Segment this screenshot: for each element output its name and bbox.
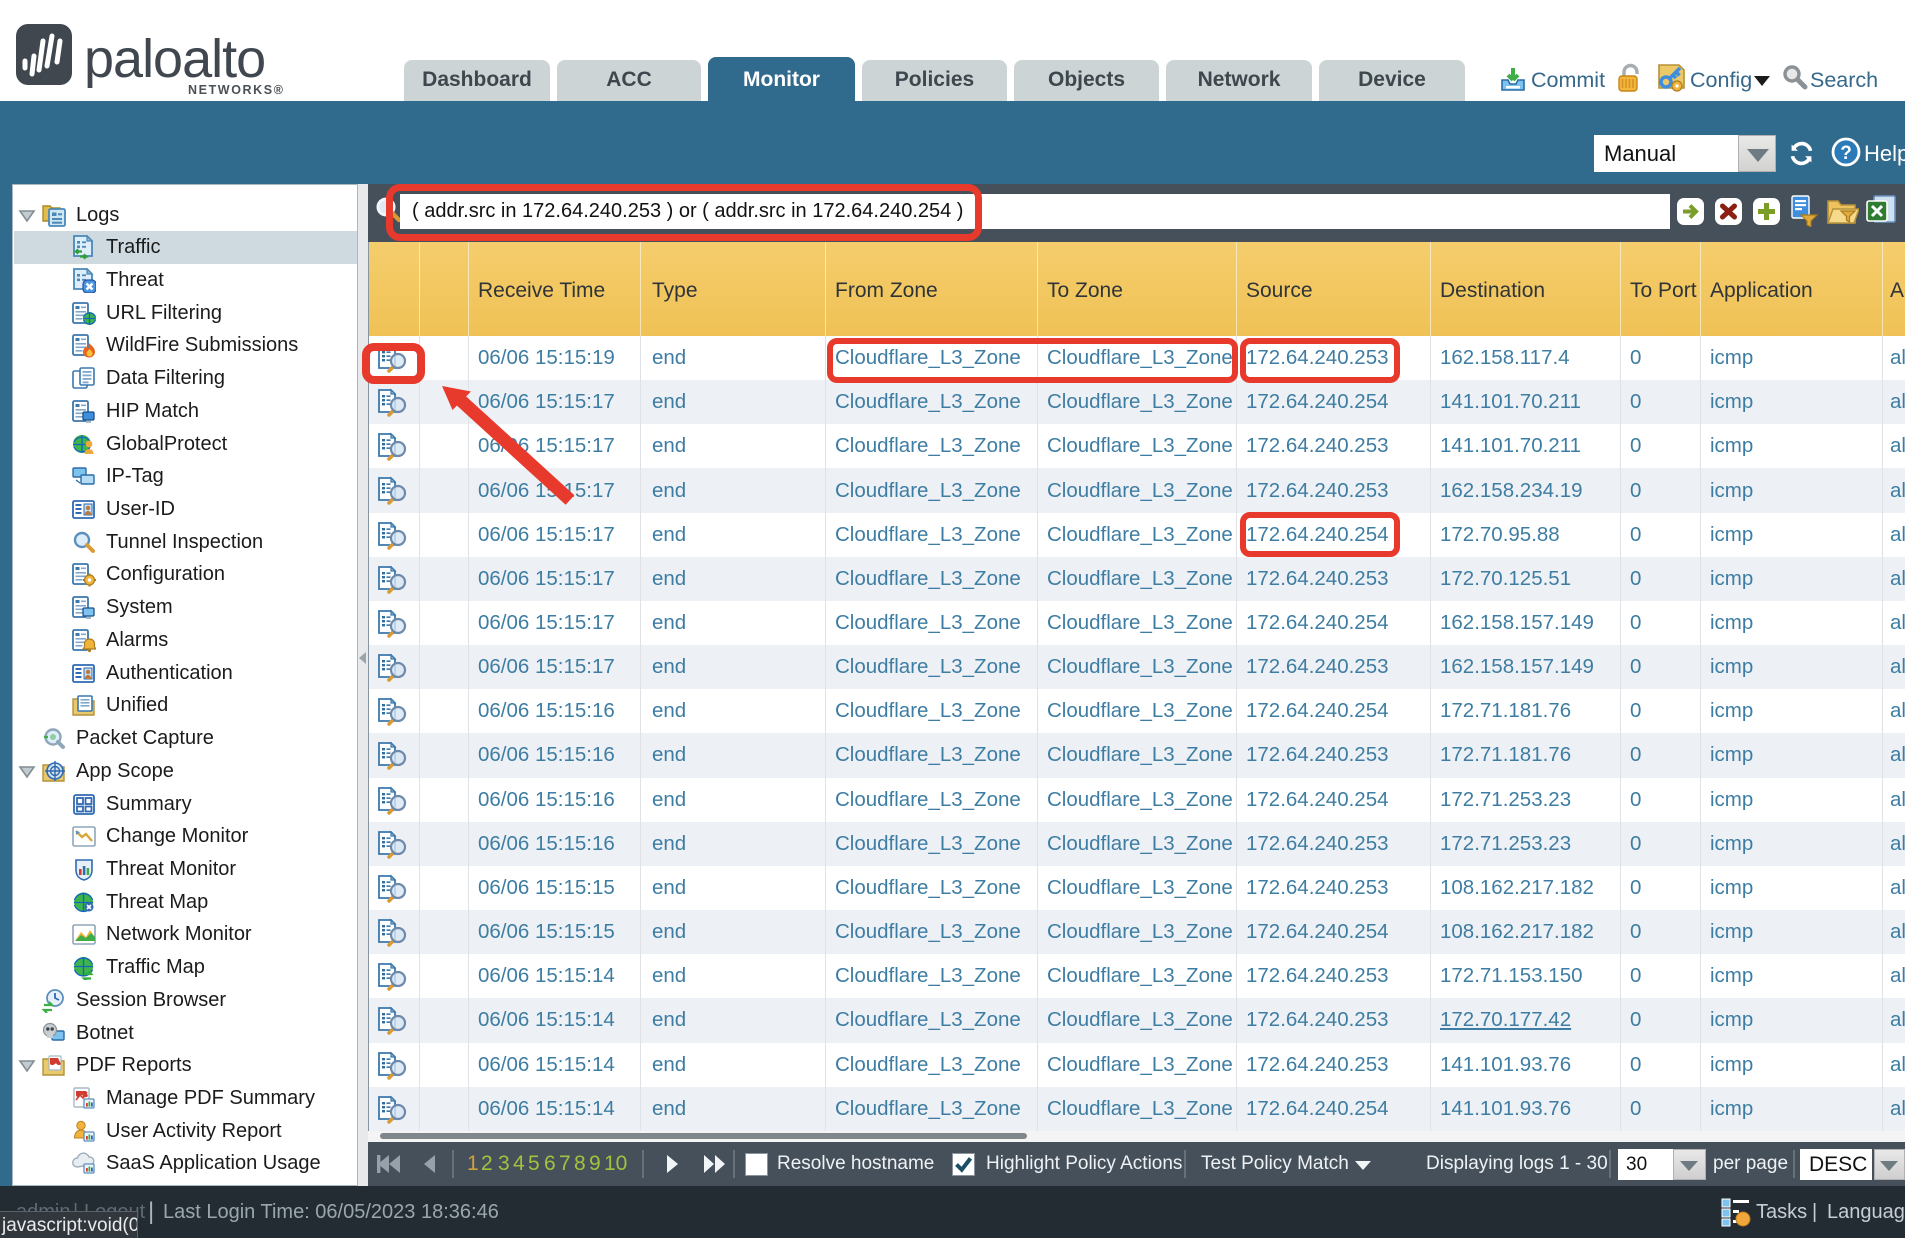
svg-text:NETWORKS®: NETWORKS® [188,83,285,96]
svg-text:?: ? [1840,143,1852,164]
svg-text:paloalto: paloalto [84,29,265,89]
